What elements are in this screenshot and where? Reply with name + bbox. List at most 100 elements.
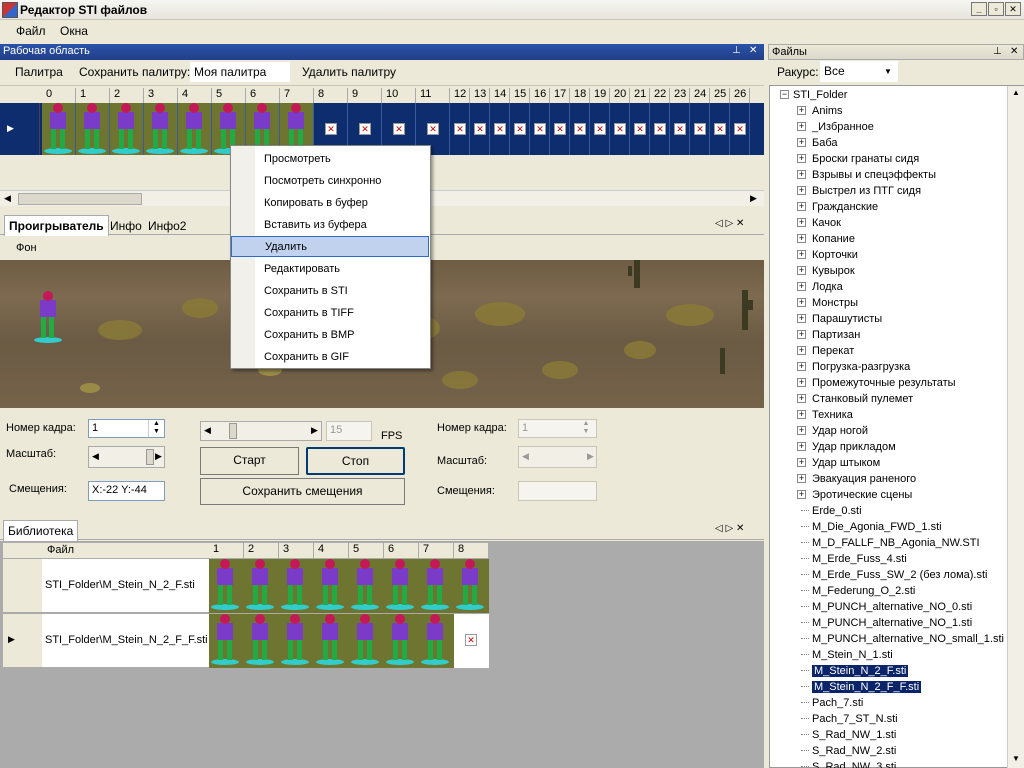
tree-folder[interactable]: + Anims: [769, 103, 1019, 119]
expand-icon[interactable]: +: [797, 394, 806, 403]
context-menu-item[interactable]: Просмотреть: [231, 148, 429, 169]
fps-input[interactable]: 15: [326, 421, 372, 441]
library-row-selector[interactable]: [3, 559, 42, 613]
tree-folder[interactable]: + Баба: [769, 135, 1019, 151]
frame-cell[interactable]: ✕: [490, 103, 510, 155]
library-frame-cell[interactable]: ✕: [454, 614, 489, 668]
context-menu-item[interactable]: Удалить: [231, 236, 429, 257]
library-row[interactable]: STI_Folder\M_Stein_N_2_F_F.sti: [42, 614, 209, 668]
tree-folder[interactable]: + Удар штыком: [769, 455, 1019, 471]
library-frame-cell[interactable]: [384, 559, 419, 613]
library-frame-cell[interactable]: [279, 559, 314, 613]
expand-icon[interactable]: +: [797, 106, 806, 115]
tree-file[interactable]: Erde_0.sti: [769, 503, 1019, 519]
offsets-input[interactable]: X:-22 Y:-44: [88, 481, 165, 501]
tree-file[interactable]: S_Rad_NW_1.sti: [769, 727, 1019, 743]
expand-icon[interactable]: +: [797, 330, 806, 339]
tree-folder[interactable]: + Перекат: [769, 343, 1019, 359]
tree-file[interactable]: M_PUNCH_alternative_NO_0.sti: [769, 599, 1019, 615]
expand-icon[interactable]: +: [797, 378, 806, 387]
frame-cell[interactable]: ✕: [530, 103, 550, 155]
frame-cell[interactable]: ✕: [650, 103, 670, 155]
maximize-button[interactable]: ▫: [988, 2, 1004, 16]
tree-folder[interactable]: + Взрывы и спецэффекты: [769, 167, 1019, 183]
tree-folder[interactable]: + Выстрел из ПТГ сидя: [769, 183, 1019, 199]
tree-file[interactable]: M_D_FALLF_NB_Agonia_NW.STI: [769, 535, 1019, 551]
tree-file[interactable]: Pach_7_ST_N.sti: [769, 711, 1019, 727]
expand-icon[interactable]: +: [797, 458, 806, 467]
expand-icon[interactable]: +: [797, 266, 806, 275]
palette-name-input[interactable]: Моя палитра: [190, 62, 290, 82]
context-menu-item[interactable]: Сохранить в BMP: [231, 324, 429, 345]
tree-file[interactable]: M_Stein_N_2_F_F.sti: [769, 679, 1019, 695]
tree-folder[interactable]: + Лодка: [769, 279, 1019, 295]
tree-folder[interactable]: + Копание: [769, 231, 1019, 247]
library-frame-cell[interactable]: [244, 559, 279, 613]
frame-spin-icon-2[interactable]: ▲ ▼: [578, 420, 594, 437]
frame-cell[interactable]: ✕: [690, 103, 710, 155]
frame-cell[interactable]: [42, 103, 76, 155]
tree-file[interactable]: M_Stein_N_2_F.sti: [769, 663, 1019, 679]
tab-library[interactable]: Библиотека: [3, 520, 79, 541]
tree-folder[interactable]: + Парашутисты: [769, 311, 1019, 327]
tree-file[interactable]: M_Federung_O_2.sti: [769, 583, 1019, 599]
frame-cell[interactable]: [178, 103, 212, 155]
library-frame-cell[interactable]: [314, 614, 349, 668]
tree-file[interactable]: M_Erde_Fuss_4.sti: [769, 551, 1019, 567]
start-button[interactable]: Старт: [200, 447, 299, 475]
frame-cell[interactable]: ✕: [590, 103, 610, 155]
tree-folder[interactable]: + Броски гранаты сидя: [769, 151, 1019, 167]
expand-icon[interactable]: +: [797, 122, 806, 131]
expand-icon[interactable]: +: [797, 234, 806, 243]
tree-root[interactable]: − STI_Folder: [776, 87, 1024, 103]
library-frame-cell[interactable]: [419, 559, 454, 613]
library-row-selector[interactable]: ▶: [3, 614, 42, 668]
tree-folder[interactable]: + Корточки: [769, 247, 1019, 263]
context-menu-item[interactable]: Копировать в буфер: [231, 192, 429, 213]
library-frame-cell[interactable]: [314, 559, 349, 613]
tree-folder[interactable]: + Удар прикладом: [769, 439, 1019, 455]
frame-cell[interactable]: ✕: [710, 103, 730, 155]
delete-palette-button[interactable]: Удалить палитру: [302, 65, 396, 79]
frame-cell[interactable]: ✕: [450, 103, 470, 155]
fps-scrollbar[interactable]: ◀ ▶: [200, 421, 322, 441]
tree-folder[interactable]: + Станковый пулемет: [769, 391, 1019, 407]
context-menu-item[interactable]: Редактировать: [231, 258, 429, 279]
close-panel-icon[interactable]: ✕: [749, 45, 757, 56]
context-menu-item[interactable]: Вставить из буфера: [231, 214, 429, 235]
minimize-button[interactable]: _: [971, 2, 987, 16]
expand-icon[interactable]: +: [797, 186, 806, 195]
tree-file[interactable]: Pach_7.sti: [769, 695, 1019, 711]
tree-folder[interactable]: + Эвакуация раненого: [769, 471, 1019, 487]
expand-icon[interactable]: +: [797, 250, 806, 259]
expand-icon[interactable]: +: [797, 426, 806, 435]
frame-cell[interactable]: [76, 103, 110, 155]
expand-icon[interactable]: +: [797, 154, 806, 163]
tree-folder[interactable]: + _Избранное: [769, 119, 1019, 135]
offsets-input-2[interactable]: [518, 481, 597, 501]
library-frame-cell[interactable]: [244, 614, 279, 668]
tab-info[interactable]: Инфо: [106, 216, 146, 236]
expand-icon[interactable]: +: [797, 410, 806, 419]
frame-cell[interactable]: ✕: [610, 103, 630, 155]
chevron-down-icon[interactable]: ▼: [881, 63, 895, 80]
row-selector[interactable]: ▶: [0, 103, 40, 155]
expand-icon[interactable]: +: [797, 362, 806, 371]
tree-folder[interactable]: + Погрузка-разгрузка: [769, 359, 1019, 375]
library-frame-cell[interactable]: [209, 614, 244, 668]
frame-cell[interactable]: ✕: [550, 103, 570, 155]
context-menu-item[interactable]: Сохранить в TIFF: [231, 302, 429, 323]
scale-scrollbar[interactable]: ◀ ▶: [88, 446, 165, 468]
tab-nav-icon[interactable]: ◁ ▷ ✕: [715, 218, 744, 229]
tree-file[interactable]: S_Rad_NW_2.sti: [769, 743, 1019, 759]
tree-folder[interactable]: + Эротические сцены: [769, 487, 1019, 503]
context-menu-item[interactable]: Посмотреть синхронно: [231, 170, 429, 191]
expand-icon[interactable]: +: [797, 346, 806, 355]
pin-icon[interactable]: ⊥: [732, 45, 741, 56]
tree-file[interactable]: S_Rad_NW_3.sti: [769, 759, 1019, 768]
frame-cell[interactable]: ✕: [630, 103, 650, 155]
tree-folder[interactable]: + Удар ногой: [769, 423, 1019, 439]
expand-icon[interactable]: +: [797, 314, 806, 323]
library-row[interactable]: STI_Folder\M_Stein_N_2_F.sti: [42, 559, 209, 613]
files-pin-icon[interactable]: ⊥: [993, 46, 1002, 57]
